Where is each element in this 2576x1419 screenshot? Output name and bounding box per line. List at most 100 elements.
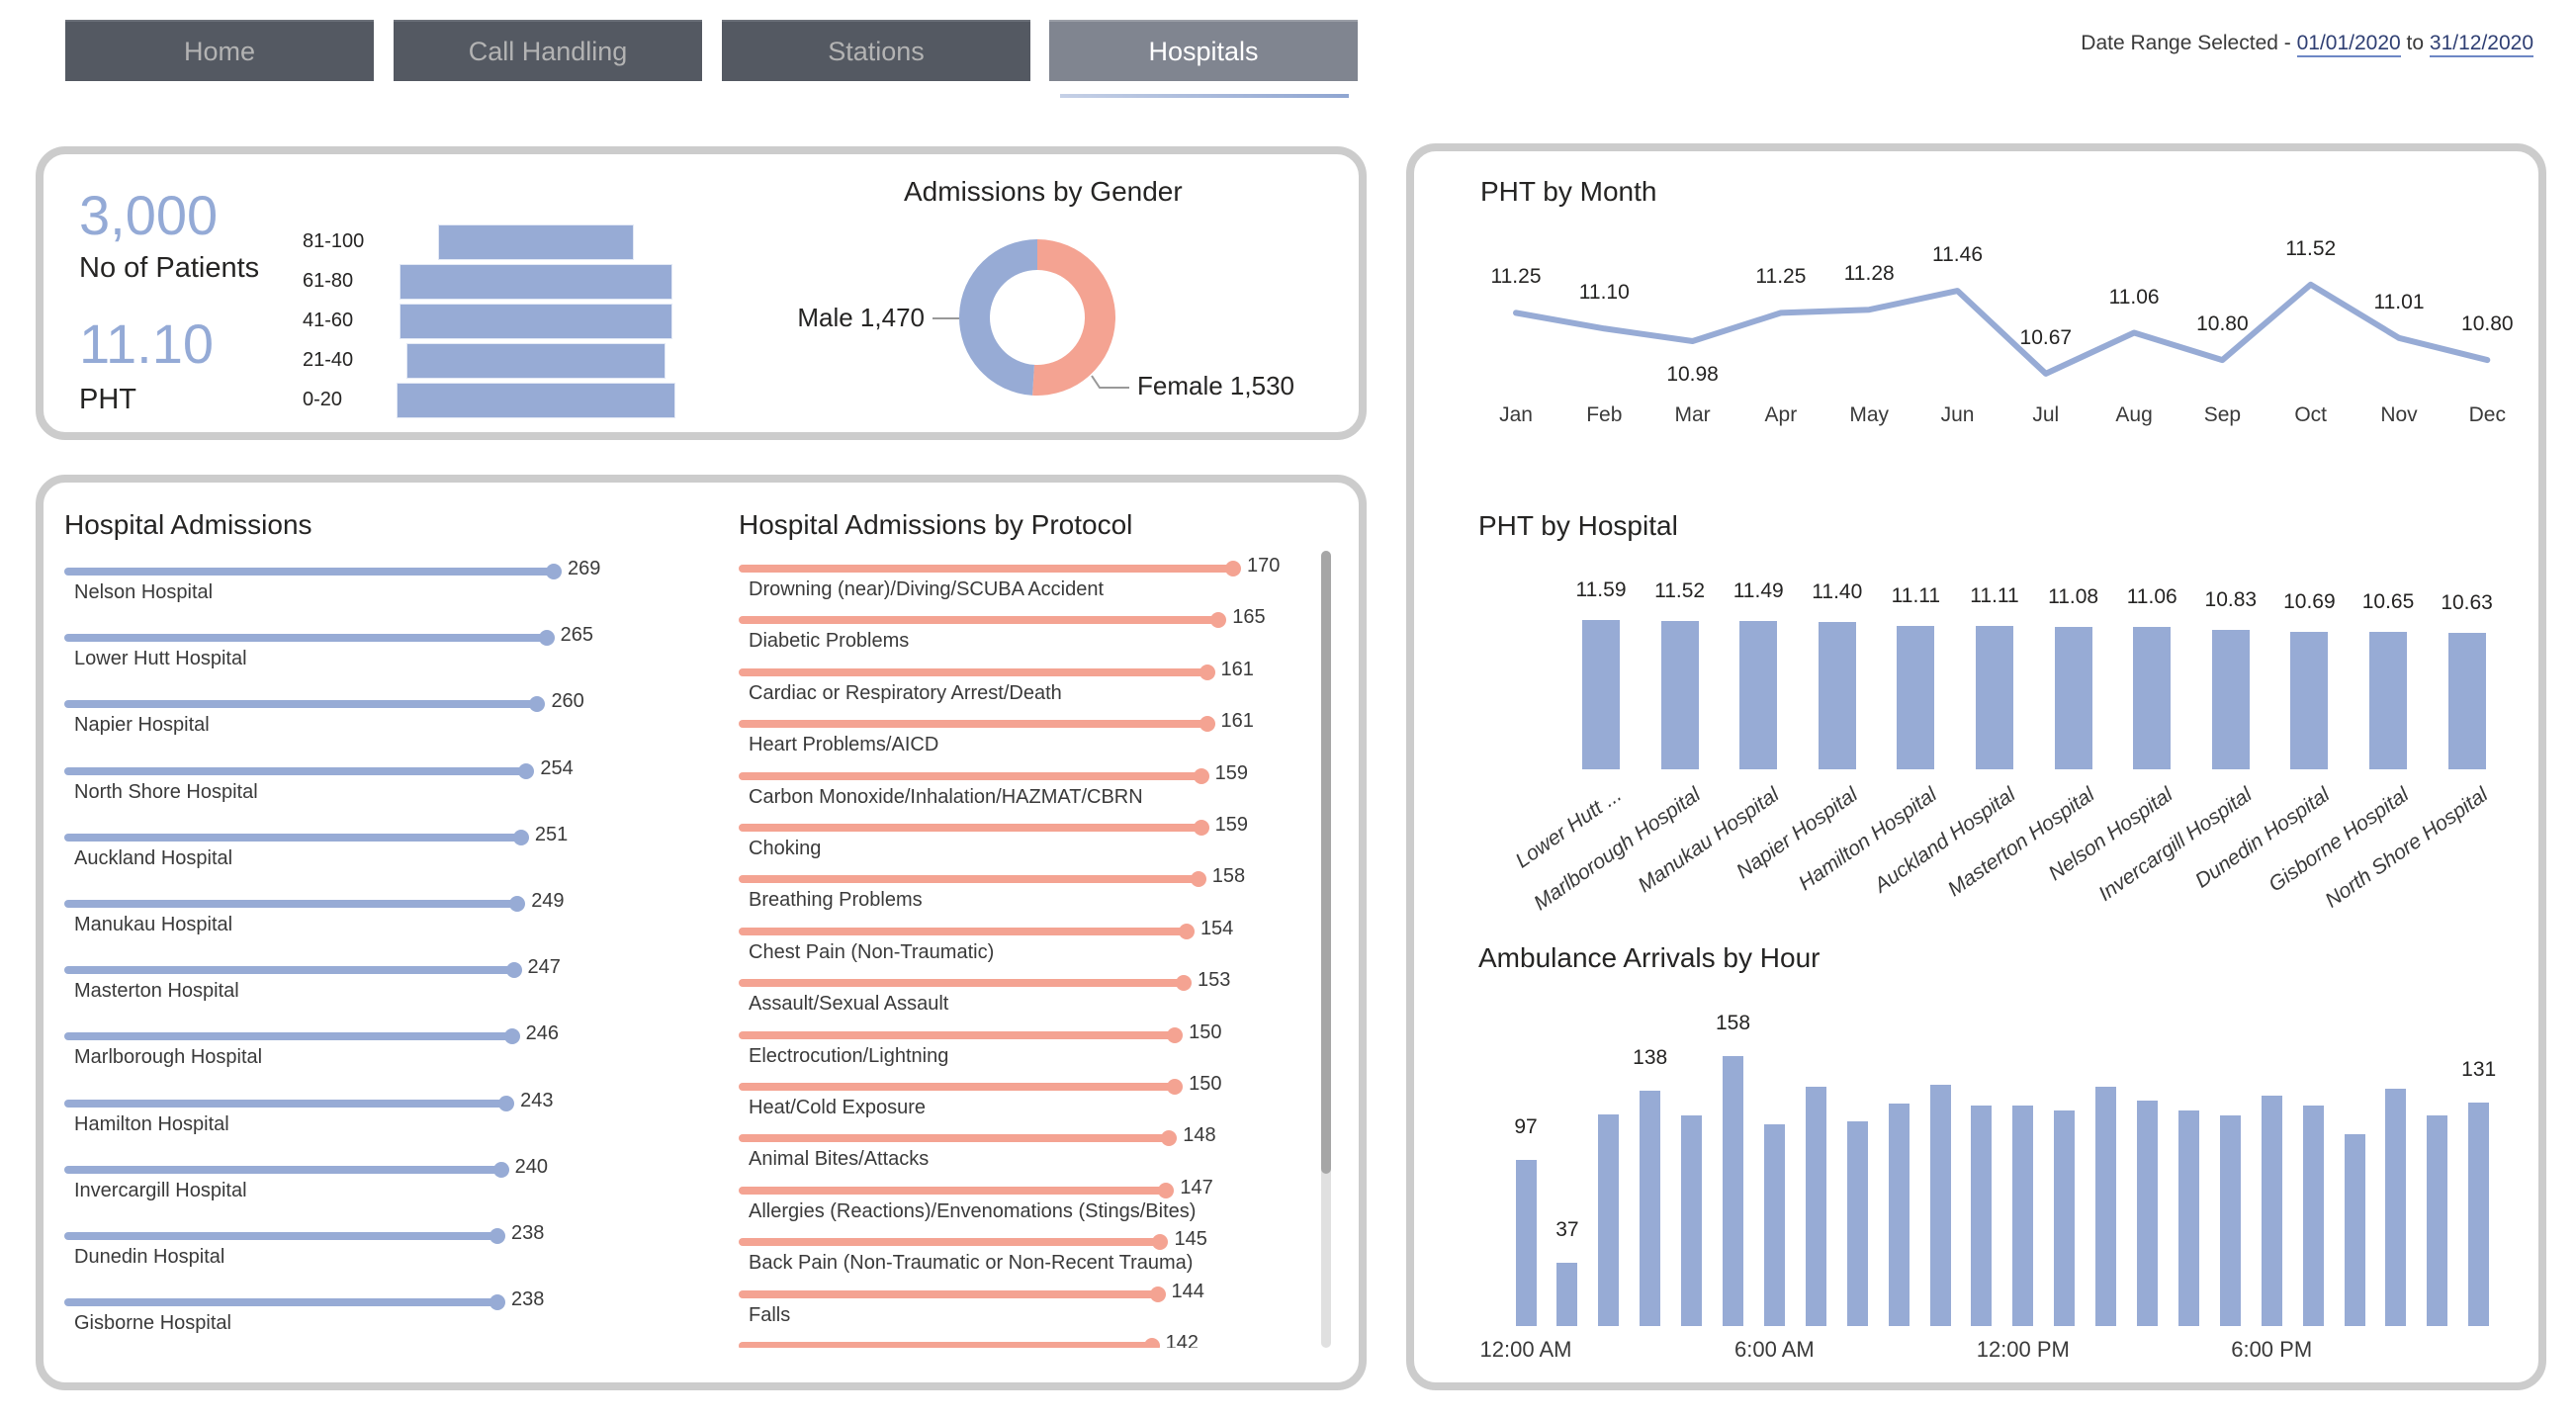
lollipop-dot bbox=[1161, 1130, 1178, 1147]
pht-month-data-label: 11.25 bbox=[1755, 265, 1807, 289]
lollipop-dot bbox=[492, 1161, 509, 1178]
lollipop-label: Cardiac or Respiratory Arrest/Death bbox=[749, 681, 1062, 704]
pht-hospital-data-label: 10.69 bbox=[2283, 589, 2336, 613]
lollipop-label: Hamilton Hospital bbox=[74, 1112, 229, 1135]
pht-hospital-data-label: 11.40 bbox=[1812, 580, 1863, 604]
arrivals-bar bbox=[2302, 1106, 2324, 1326]
arrivals-axis-label: 12:00 PM bbox=[1976, 1337, 2070, 1362]
lollipop-dot bbox=[1210, 612, 1227, 629]
lollipop-line bbox=[64, 833, 521, 842]
lollipop-dot bbox=[1167, 1079, 1184, 1095]
lollipop-dot bbox=[1149, 1286, 1166, 1302]
lollipop-value: 148 bbox=[1183, 1124, 1216, 1147]
lollipop-line bbox=[739, 1238, 1161, 1247]
pht-hospital-bar bbox=[2133, 626, 2172, 769]
lollipop-line bbox=[739, 824, 1201, 832]
pht-month-line-chart bbox=[1513, 281, 2491, 377]
lollipop-line bbox=[739, 565, 1233, 573]
tab-call-handling[interactable]: Call Handling bbox=[394, 20, 702, 81]
date-range: Date Range Selected - 01/01/2020 to 31/1… bbox=[2081, 32, 2533, 57]
pht-month-axis-label: Apr bbox=[1764, 403, 1798, 426]
lollipop-value: 159 bbox=[1214, 814, 1249, 836]
date-range-prefix: Date Range Selected - bbox=[2081, 32, 2297, 54]
arrivals-bar bbox=[1846, 1120, 1868, 1326]
tab-label: Home bbox=[183, 36, 256, 66]
lollipop-line bbox=[739, 1030, 1176, 1039]
lollipop-line bbox=[739, 1083, 1176, 1091]
pht-hospital-bar bbox=[1660, 620, 1699, 769]
protocol-list-viewport[interactable]: 170 Drowning (near)/Diving/SCUBA Accident… bbox=[732, 549, 1315, 1348]
lollipop-label: Falls bbox=[749, 1303, 791, 1326]
arrivals-bar bbox=[1929, 1085, 1951, 1326]
lollipop-dot bbox=[1199, 716, 1215, 733]
lollipop-value: 240 bbox=[514, 1155, 548, 1178]
pht-month-data-label: 10.80 bbox=[2196, 312, 2249, 336]
pht-hospital-data-label: 11.06 bbox=[2126, 584, 2177, 608]
arrivals-bar bbox=[1723, 1056, 1743, 1326]
arrivals-bar bbox=[2344, 1134, 2365, 1326]
arrivals-axis-label: 12:00 AM bbox=[1479, 1337, 1572, 1362]
age-group-bar bbox=[405, 343, 666, 379]
pht-hospital-bar bbox=[2369, 632, 2407, 769]
lollipop-line bbox=[739, 1289, 1158, 1298]
lollipop-label: Napier Hospital bbox=[74, 714, 210, 737]
lollipop-dot bbox=[489, 1228, 505, 1244]
tab-home[interactable]: Home bbox=[65, 20, 374, 81]
pht-month-axis-label: Jun bbox=[1940, 403, 1975, 426]
tab-stations[interactable]: Stations bbox=[722, 20, 1030, 81]
lollipop-line bbox=[64, 766, 527, 775]
pht-hospital-bar bbox=[1582, 620, 1620, 769]
end-date-link[interactable]: 31/12/2020 bbox=[2429, 32, 2533, 57]
arrivals-bar bbox=[2137, 1100, 2158, 1326]
arrivals-bar bbox=[1598, 1113, 1620, 1326]
lollipop-line bbox=[739, 771, 1201, 780]
lollipop-line bbox=[739, 667, 1207, 676]
lollipop-dot bbox=[518, 762, 535, 779]
lollipop-value: 249 bbox=[531, 890, 565, 912]
lollipop-label: Auckland Hospital bbox=[74, 846, 233, 869]
lollipop-label: Marlborough Hospital bbox=[74, 1046, 263, 1069]
female-label: Female 1,530 bbox=[1137, 371, 1294, 400]
gender-chart-title: Admissions by Gender bbox=[904, 176, 1183, 207]
lollipop-dot bbox=[538, 630, 555, 647]
pht-value: 11.10 bbox=[79, 312, 214, 375]
pht-hospital-bar bbox=[1897, 626, 1935, 769]
start-date-link[interactable]: 01/01/2020 bbox=[2296, 32, 2401, 57]
lollipop-line bbox=[64, 1032, 512, 1041]
lollipop-label: North Shore Hospital bbox=[74, 780, 258, 803]
age-group-label: 41-60 bbox=[303, 310, 354, 331]
pht-hospital-data-label: 11.08 bbox=[2048, 584, 2099, 608]
age-group-bar bbox=[438, 224, 634, 260]
lollipop-line bbox=[64, 900, 518, 908]
lollipop-line bbox=[64, 700, 538, 709]
arrivals-bar bbox=[2177, 1110, 2199, 1326]
tab-hospitals[interactable]: Hospitals bbox=[1049, 20, 1358, 81]
lollipop-label: Electrocution/Lightning bbox=[749, 1044, 949, 1067]
lollipop-value: 251 bbox=[534, 823, 569, 845]
arrivals-data-label: 37 bbox=[1555, 1218, 1579, 1242]
arrivals-bar bbox=[2427, 1115, 2448, 1326]
pht-month-axis-label: Mar bbox=[1674, 403, 1711, 426]
lollipop-line bbox=[739, 1342, 1152, 1348]
lollipop-line bbox=[739, 720, 1207, 729]
lollipop-label: Gisborne Hospital bbox=[74, 1312, 231, 1335]
age-group-bar bbox=[397, 383, 675, 418]
age-group-label: 21-40 bbox=[303, 349, 354, 371]
lollipop-dot bbox=[1225, 561, 1241, 576]
lollipop-value: 150 bbox=[1189, 1073, 1222, 1095]
age-group-label: 61-80 bbox=[303, 270, 354, 292]
arrivals-data-label: 131 bbox=[2461, 1057, 2497, 1081]
lollipop-value: 153 bbox=[1198, 969, 1231, 992]
lollipop-value: 243 bbox=[520, 1089, 554, 1111]
arrivals-bar bbox=[1556, 1263, 1578, 1326]
pht-hospital-bar bbox=[1818, 622, 1856, 769]
pht-month-data-label: 10.80 bbox=[2461, 312, 2514, 336]
arrivals-data-label: 97 bbox=[1514, 1115, 1538, 1139]
arrivals-data-label: 138 bbox=[1633, 1045, 1668, 1069]
protocol-scrollbar-thumb[interactable] bbox=[1321, 551, 1331, 1174]
pht-hospital-bar bbox=[2054, 626, 2092, 769]
arrivals-bar bbox=[1971, 1106, 1993, 1326]
pht-hospital-data-label: 11.11 bbox=[1970, 584, 2019, 608]
pht-month-data-label: 11.46 bbox=[1932, 243, 1983, 267]
lollipop-label: Breathing Problems bbox=[749, 889, 923, 912]
